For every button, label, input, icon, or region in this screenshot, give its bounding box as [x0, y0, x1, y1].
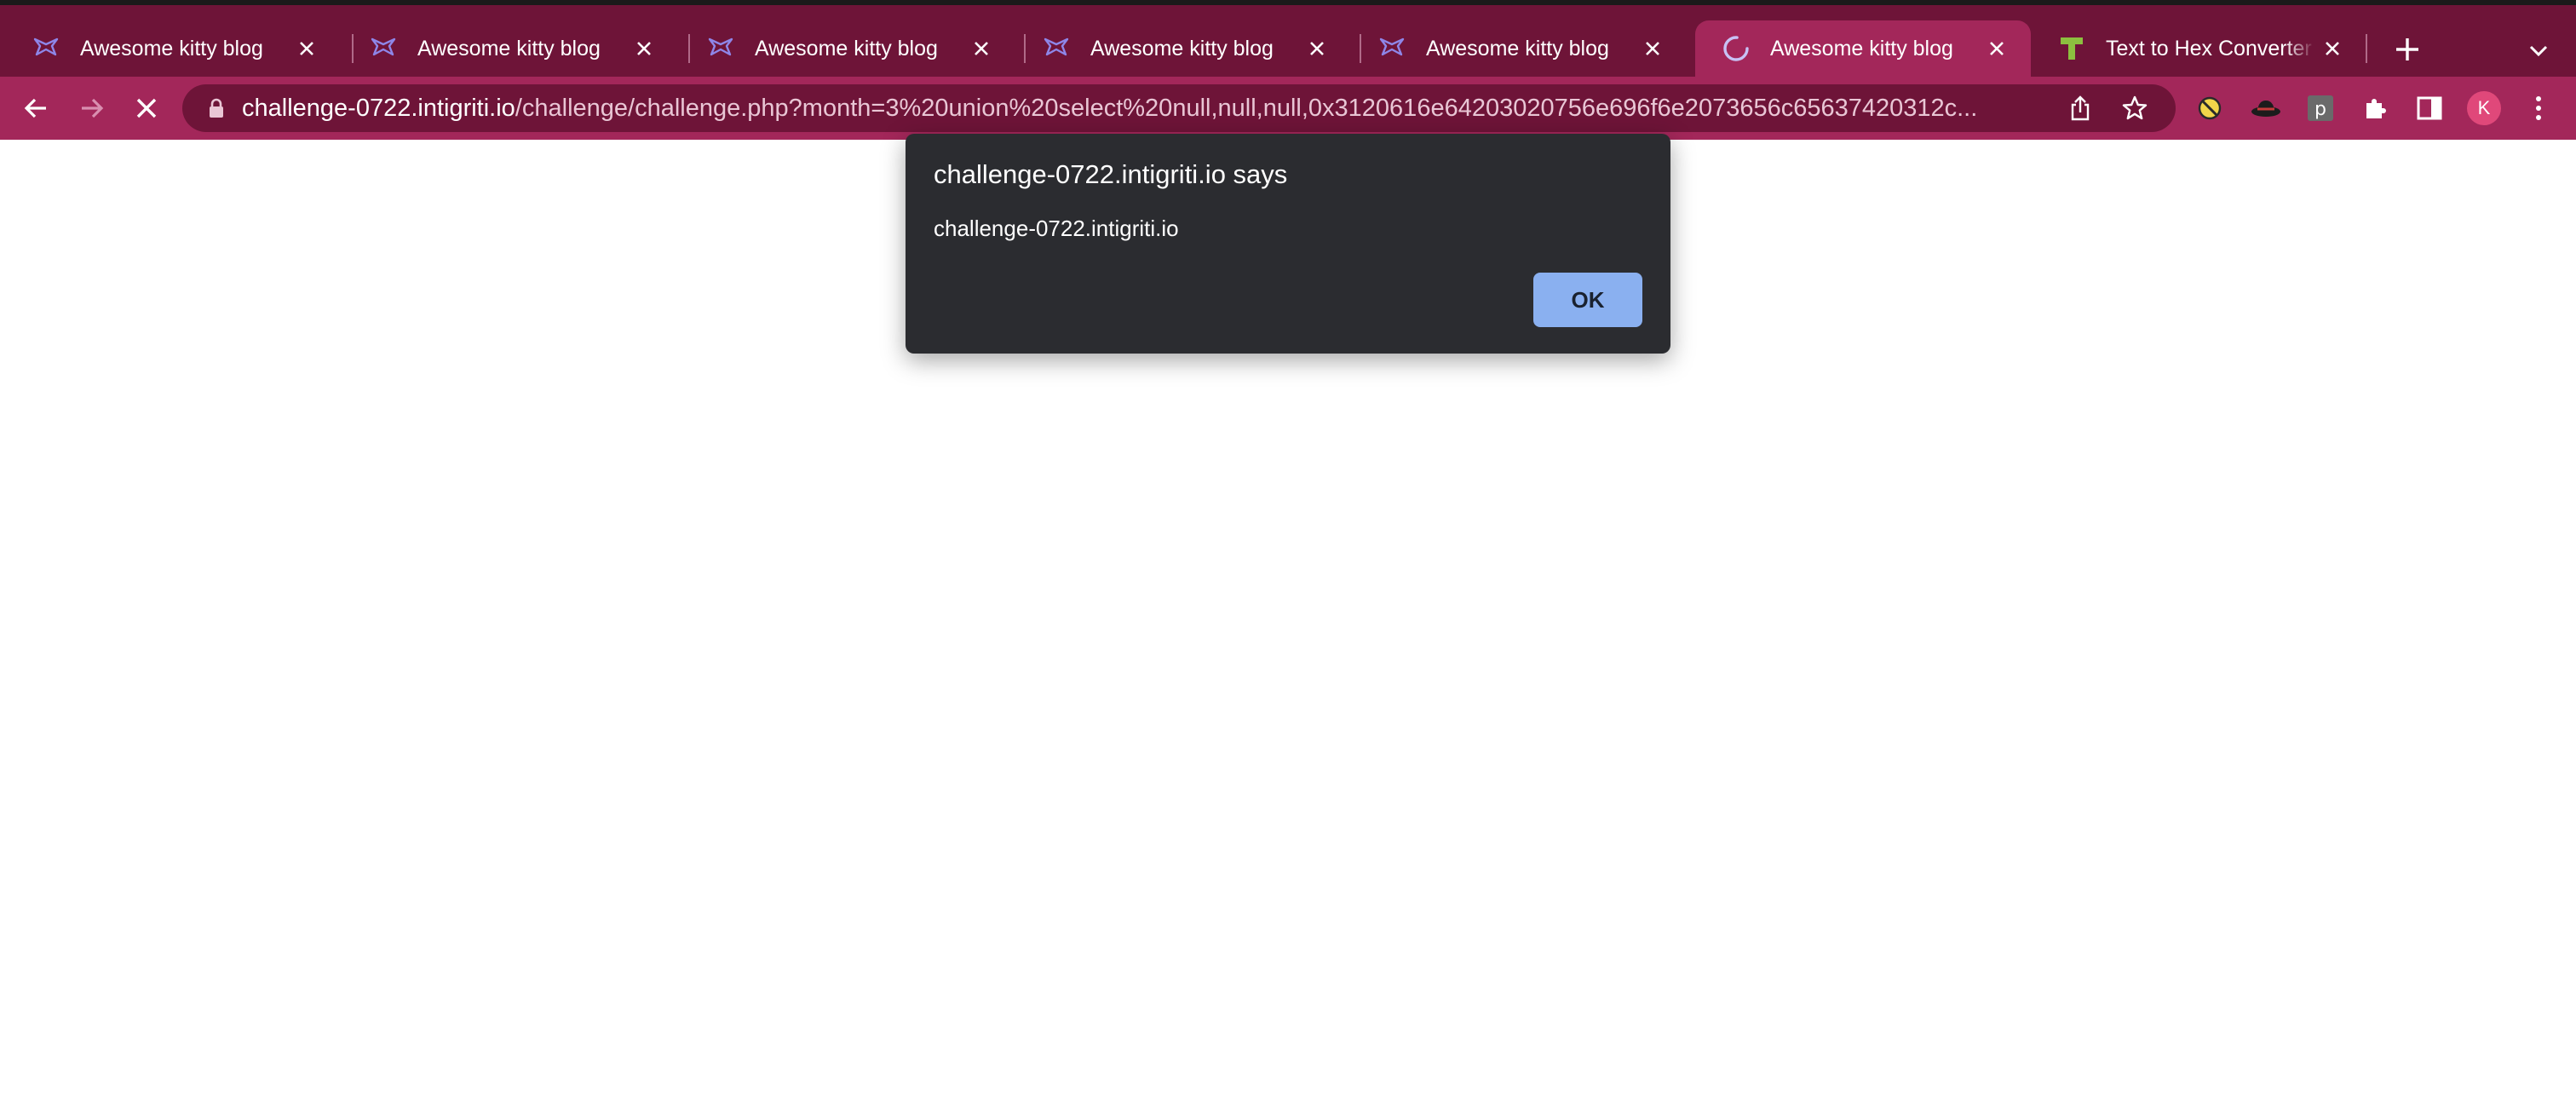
browser-tab[interactable]: Awesome kitty blog	[1351, 20, 1687, 77]
extension-icon[interactable]	[2189, 88, 2230, 129]
extension-icon[interactable]	[2245, 88, 2286, 129]
kitty-blog-favicon-icon	[368, 33, 399, 64]
active-browser-tab[interactable]: Awesome kitty blog	[1695, 20, 2031, 77]
extension-icon[interactable]: p	[2300, 88, 2341, 129]
browser-tab[interactable]: Awesome kitty blog	[5, 20, 341, 77]
text-converter-favicon-icon	[2056, 33, 2087, 64]
tab-title: Awesome kitty blog	[80, 36, 263, 60]
back-arrow-icon[interactable]	[15, 88, 56, 129]
browser-window: Awesome kitty blog Awesome kitty blog Aw…	[0, 0, 2576, 1116]
close-tab-icon[interactable]	[627, 32, 661, 66]
tab-title: Awesome kitty blog	[417, 36, 601, 60]
new-tab-plus-icon[interactable]	[2389, 31, 2426, 68]
address-bar[interactable]: challenge-0722.intigriti.io/challenge/ch…	[182, 84, 2176, 132]
ok-button[interactable]: OK	[1533, 273, 1642, 327]
address-url[interactable]: challenge-0722.intigriti.io/challenge/ch…	[242, 84, 2065, 132]
alert-dialog: challenge-0722.intigriti.io says challen…	[906, 134, 1670, 354]
close-tab-icon[interactable]	[290, 32, 324, 66]
browser-tab[interactable]: Awesome kitty blog	[680, 20, 1015, 77]
url-path: /challenge/challenge.php?month=3%20union…	[515, 95, 1978, 122]
browser-tab[interactable]: Awesome kitty blog	[342, 20, 678, 77]
forward-arrow-icon[interactable]	[72, 88, 112, 129]
avatar[interactable]: K	[2467, 91, 2501, 125]
browser-tab[interactable]: Text to Hex Converter -	[2031, 20, 2366, 77]
tab-title: Awesome kitty blog	[755, 36, 938, 60]
tab-search-chevron-icon[interactable]	[2520, 32, 2557, 70]
close-tab-icon[interactable]	[1636, 32, 1670, 66]
dialog-heading: challenge-0722.intigriti.io says	[934, 159, 1288, 189]
dialog-message: challenge-0722.intigriti.io	[934, 216, 1179, 241]
close-tab-icon[interactable]	[2315, 32, 2349, 66]
puzzle-icon[interactable]	[2355, 88, 2395, 129]
lock-icon[interactable]	[204, 96, 228, 120]
close-tab-icon[interactable]	[1980, 32, 2014, 66]
share-icon[interactable]	[2063, 91, 2097, 125]
tab-title: Awesome kitty blog	[1770, 36, 1953, 60]
kitty-blog-favicon-icon	[1041, 33, 1072, 64]
bookmark-star-icon[interactable]	[2118, 91, 2152, 125]
browser-tab[interactable]: Awesome kitty blog	[1015, 20, 1351, 77]
close-tab-icon[interactable]	[964, 32, 998, 66]
side-panel-icon[interactable]	[2409, 88, 2450, 129]
close-tab-icon[interactable]	[1300, 32, 1334, 66]
browser-toolbar: challenge-0722.intigriti.io/challenge/ch…	[0, 77, 2576, 140]
tab-title: Awesome kitty blog	[1090, 36, 1274, 60]
kitty-blog-favicon-icon	[31, 33, 61, 64]
kitty-blog-favicon-icon	[705, 33, 736, 64]
svg-text:p: p	[2314, 99, 2326, 120]
menu-dots-icon[interactable]	[2518, 88, 2559, 129]
kitty-blog-favicon-icon	[1377, 33, 1407, 64]
tab-separator	[2366, 34, 2367, 63]
stop-loading-icon[interactable]	[126, 88, 167, 129]
tab-title: Text to Hex Converter -	[2106, 36, 2315, 60]
tab-strip: Awesome kitty blog Awesome kitty blog Aw…	[0, 5, 2576, 77]
tab-title: Awesome kitty blog	[1426, 36, 1609, 60]
url-host: challenge-0722.intigriti.io	[242, 95, 515, 122]
loading-spinner-icon	[1721, 33, 1751, 64]
